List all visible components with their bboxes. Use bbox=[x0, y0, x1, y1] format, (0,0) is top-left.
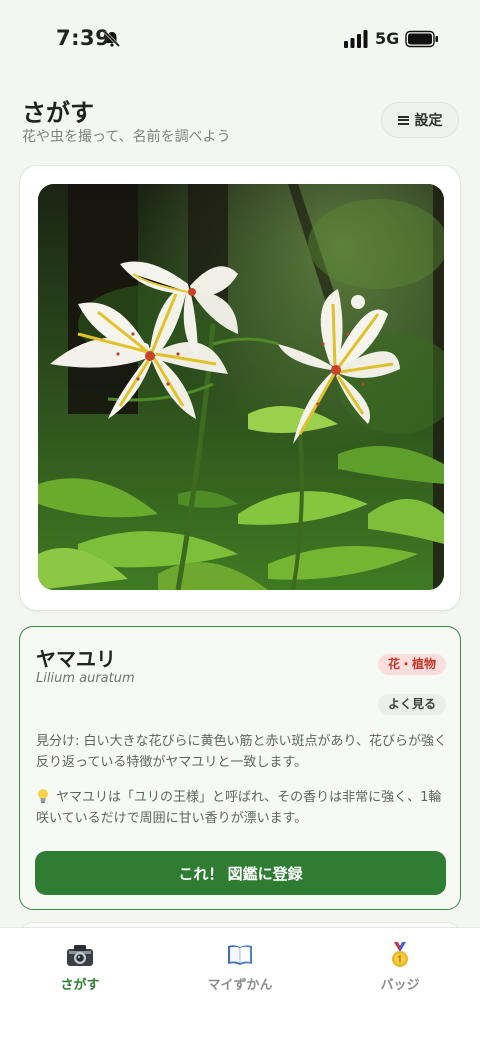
trivia-text: ヤマユリは「ユリの王様」と呼ばれ、その香りは非常に強く、1輪咲いているだけで周囲… bbox=[36, 790, 442, 826]
page-title: さがす bbox=[22, 99, 94, 127]
tab-badges-label: バッジ bbox=[380, 978, 420, 993]
category-badge: 花・植物 bbox=[377, 654, 446, 675]
tab-badges[interactable]: バッジ bbox=[340, 942, 460, 993]
book-icon bbox=[228, 945, 252, 965]
page-subtitle: 花や虫を撮って、名前を調べよう bbox=[22, 129, 231, 145]
identification-description: 見分け: 白い大きな花びらに黄色い筋と赤い斑点があり、花びらが強く反り返っている… bbox=[36, 734, 447, 770]
camera-icon bbox=[67, 945, 93, 966]
frequency-badge: よく見る bbox=[377, 694, 446, 715]
tab-my-encyclopedia[interactable]: マイずかん bbox=[180, 942, 300, 993]
scientific-name: Lilium auratum bbox=[36, 671, 135, 686]
bell-muted-icon bbox=[103, 30, 121, 48]
network-label: 5G bbox=[375, 29, 400, 48]
trivia-description: ヤマユリは「ユリの王様」と呼ばれ、その香りは非常に強く、1輪咲いているだけで周囲… bbox=[36, 787, 448, 829]
photo-card bbox=[19, 165, 461, 611]
tab-search-label: さがす bbox=[60, 978, 100, 993]
menu-icon bbox=[397, 115, 409, 125]
captured-photo[interactable] bbox=[38, 184, 444, 590]
lily-photo-illustration bbox=[38, 184, 444, 590]
status-bar: 7:39 5G bbox=[0, 0, 480, 70]
medal-icon bbox=[392, 942, 408, 967]
settings-button[interactable]: 設定 bbox=[381, 102, 459, 138]
battery-icon bbox=[405, 30, 438, 48]
lightbulb-icon bbox=[38, 789, 48, 803]
identification-result-card: ヤマユリ Lilium auratum 花・植物 よく見る 見分け: 白い大きな… bbox=[19, 626, 461, 910]
bottom-tab-bar: さがす マイずかん バッジ bbox=[0, 927, 480, 1044]
signal-icon bbox=[344, 30, 368, 48]
tab-search[interactable]: さがす bbox=[20, 942, 140, 993]
register-to-encyclopedia-button[interactable]: これ！ 図鑑に登録 bbox=[35, 851, 446, 895]
species-name: ヤマユリ bbox=[36, 647, 116, 671]
settings-label: 設定 bbox=[414, 112, 443, 128]
tab-my-encyclopedia-label: マイずかん bbox=[207, 978, 273, 993]
